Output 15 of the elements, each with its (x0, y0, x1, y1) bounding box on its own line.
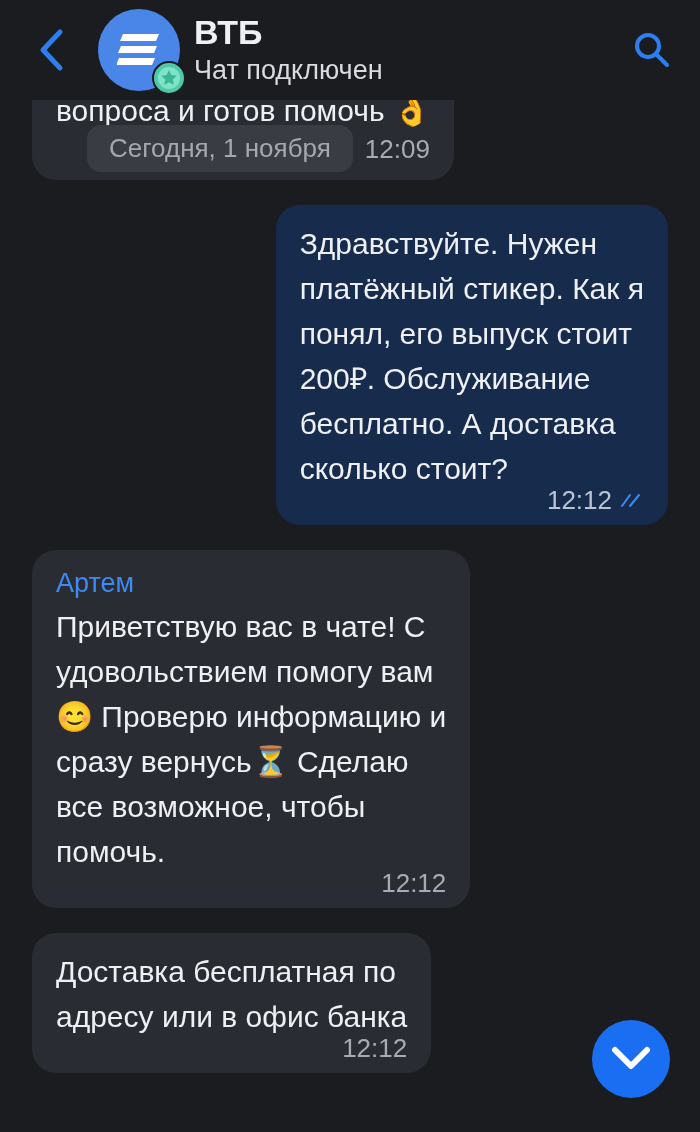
message-time: 12:12 (342, 1032, 408, 1065)
message-text: Приветствую вас в чате! С удовольствием помогу вам 😊 Проверю информацию и сразу вернусь⏳ Сделаю все возможное, чтобы помочь. (56, 609, 447, 870)
logo-icon (117, 34, 161, 66)
chevron-down-icon (611, 1046, 651, 1072)
back-icon[interactable] (38, 28, 64, 72)
sender-name: Артем (56, 567, 136, 600)
message-time: 12:09 (364, 132, 430, 166)
search-icon[interactable] (634, 32, 670, 68)
message-time: 12:12 (546, 484, 612, 517)
message-text: Здравствуйте. Нужен платёжный стикер. Как я понял, его выпуск стоит 200₽. Обслуживание бесплатно. А доставка сколько стоит? (299, 226, 644, 487)
chat-status: Чат подключен (194, 54, 384, 87)
message-text: Доставка бесплатная по адресу или в офис банка (56, 954, 408, 1035)
message-time: 12:12 (381, 867, 447, 900)
chat-title: ВТБ (194, 12, 264, 52)
date-pill: Сегодня, 1 ноября (86, 125, 353, 172)
